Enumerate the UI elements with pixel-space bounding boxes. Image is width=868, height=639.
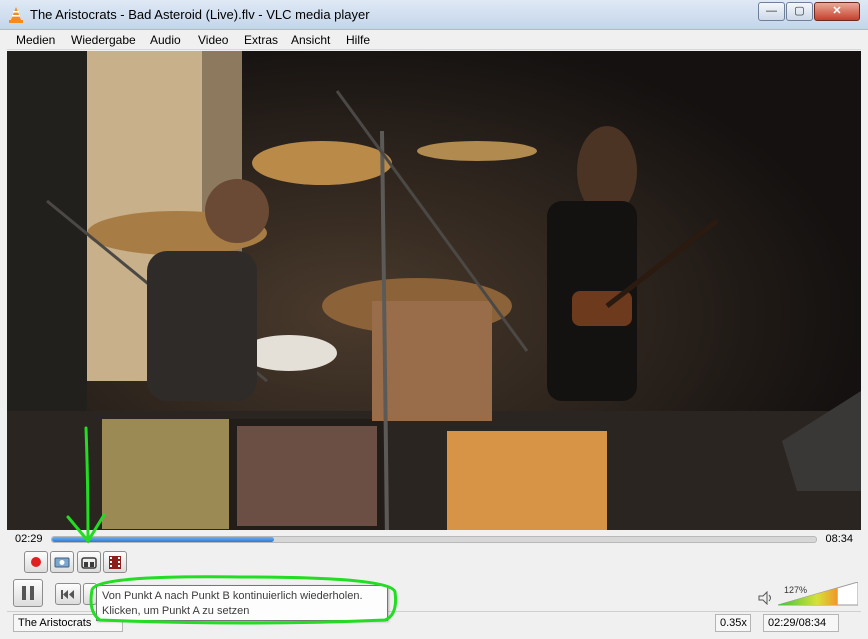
status-time[interactable]: 02:29/08:34 <box>763 614 839 632</box>
menu-ansicht[interactable]: Ansicht <box>291 33 330 47</box>
film-frame-icon <box>109 556 121 569</box>
ab-loop-button[interactable] <box>77 551 101 573</box>
close-button[interactable]: ✕ <box>814 2 860 21</box>
previous-button[interactable] <box>55 583 81 605</box>
tooltip-line-2: Klicken, um Punkt A zu setzen <box>102 605 250 617</box>
record-button[interactable] <box>24 551 48 573</box>
frame-step-button[interactable] <box>103 551 127 573</box>
video-display[interactable] <box>7 51 861 530</box>
minimize-button[interactable]: — <box>758 2 785 21</box>
seek-slider[interactable] <box>51 536 817 543</box>
tooltip-line-1: Von Punkt A nach Punkt B kontinuierlich … <box>102 590 363 602</box>
play-pause-button[interactable] <box>13 579 43 607</box>
record-icon <box>31 557 41 567</box>
seek-progress-fill <box>52 537 274 542</box>
seek-row: 02:29 08:34 <box>7 530 861 548</box>
menu-hilfe[interactable]: Hilfe <box>346 33 370 47</box>
status-speed[interactable]: 0.35x <box>715 614 751 632</box>
speaker-icon[interactable] <box>758 591 774 605</box>
menu-audio[interactable]: Audio <box>150 33 181 47</box>
pause-icon <box>22 586 34 600</box>
volume-slider[interactable] <box>778 582 858 606</box>
snapshot-button[interactable] <box>50 551 74 573</box>
previous-icon <box>61 590 74 599</box>
maximize-button[interactable]: ▢ <box>786 2 813 21</box>
video-frame-image <box>7 51 861 530</box>
ab-loop-icon <box>81 557 97 569</box>
menu-extras[interactable]: Extras <box>244 33 278 47</box>
title-bar: The Aristocrats - Bad Asteroid (Live).fl… <box>0 0 868 30</box>
stop-button[interactable] <box>83 583 97 605</box>
vlc-cone-icon <box>9 7 23 23</box>
window-title: The Aristocrats - Bad Asteroid (Live).fl… <box>30 7 370 22</box>
menu-bar: Medien Wiedergabe Audio Video Extras Ans… <box>7 30 861 50</box>
elapsed-time: 02:29 <box>15 533 43 545</box>
menu-video[interactable]: Video <box>198 33 228 47</box>
total-time: 08:34 <box>825 533 853 545</box>
menu-medien[interactable]: Medien <box>16 33 55 47</box>
ab-loop-tooltip: Von Punkt A nach Punkt B kontinuierlich … <box>96 585 388 621</box>
camera-icon <box>54 557 70 568</box>
menu-wiedergabe[interactable]: Wiedergabe <box>71 33 136 47</box>
